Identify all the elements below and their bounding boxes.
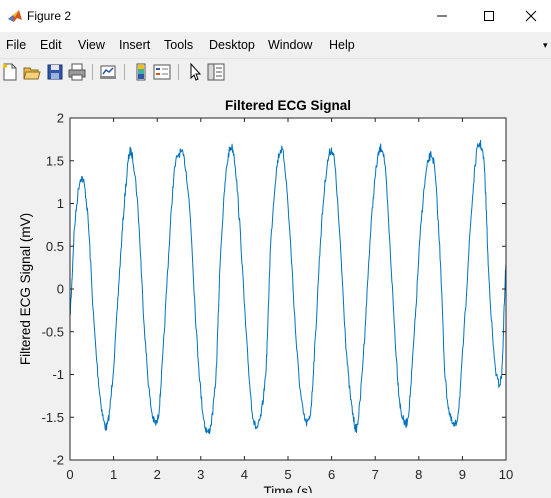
y-tick-label: 1	[57, 196, 64, 211]
menu-edit[interactable]: Edit	[40, 38, 62, 52]
x-tick-label: 4	[241, 467, 248, 482]
x-tick-label: 7	[372, 467, 379, 482]
close-icon	[525, 10, 537, 22]
chart-title: Filtered ECG Signal	[225, 98, 351, 113]
x-tick-label: 10	[499, 467, 513, 482]
minimize-icon	[437, 15, 447, 17]
toolbar-separator	[92, 64, 93, 80]
menu-overflow-arrow-icon[interactable]: ▾	[543, 40, 548, 51]
figure-canvas: Filtered ECG Signal 0 1 2 3 4 5 6 7 8 9 10 2 1.5 1 0.5…	[0, 85, 551, 498]
y-tick-label: 0	[57, 282, 64, 297]
open-file-icon[interactable]	[23, 63, 41, 81]
print-icon[interactable]	[68, 63, 86, 81]
insert-colorbar-icon[interactable]	[132, 63, 150, 81]
y-tick-label: 0.5	[46, 239, 64, 254]
ecg-plot[interactable]: Filtered ECG Signal 0 1 2 3 4 5 6 7 8 9 10 2 1.5 1 0.5…	[0, 85, 551, 498]
y-tick-label: -0.5	[42, 324, 64, 339]
x-tick-label: 1	[110, 467, 117, 482]
y-tick-label: 2	[57, 111, 64, 126]
y-tick-label: 1.5	[46, 153, 64, 168]
x-tick-label: 0	[66, 467, 73, 482]
window-title: Figure 2	[27, 9, 72, 23]
maximize-icon	[484, 11, 494, 21]
menu-help[interactable]: Help	[329, 38, 355, 52]
axes-background	[70, 118, 506, 460]
link-plot-icon[interactable]	[99, 63, 117, 81]
minimize-button[interactable]	[419, 0, 465, 32]
x-tick-label: 5	[284, 467, 291, 482]
x-tick-label: 8	[415, 467, 422, 482]
toolbar-separator	[178, 64, 179, 80]
menu-bar: File Edit View Insert Tools Desktop Wind…	[0, 32, 551, 58]
property-editor-icon[interactable]	[207, 63, 225, 81]
y-tick-label: -2	[52, 453, 64, 468]
maximize-button[interactable]	[466, 0, 512, 32]
menu-view[interactable]: View	[78, 38, 105, 52]
x-tick-label: 6	[328, 467, 335, 482]
figure-toolbar	[0, 58, 551, 85]
x-tick-label: 3	[197, 467, 204, 482]
y-axis-label: Filtered ECG Signal (mV)	[18, 213, 33, 365]
x-axis-label: Time (s)	[264, 484, 313, 493]
window-titlebar: Figure 2	[0, 0, 551, 32]
close-button[interactable]	[508, 0, 551, 32]
pointer-icon[interactable]	[186, 63, 204, 81]
menu-file[interactable]: File	[6, 38, 26, 52]
menu-insert[interactable]: Insert	[119, 38, 150, 52]
y-tick-label: -1.5	[42, 410, 64, 425]
save-icon[interactable]	[46, 63, 64, 81]
x-tick-label: 9	[459, 467, 466, 482]
menu-tools[interactable]: Tools	[164, 38, 193, 52]
matlab-logo-icon	[8, 10, 22, 22]
y-tick-label: -1	[52, 367, 64, 382]
menu-desktop[interactable]: Desktop	[209, 38, 255, 52]
x-tick-label: 2	[154, 467, 161, 482]
new-figure-icon[interactable]	[1, 63, 19, 81]
menu-window[interactable]: Window	[268, 38, 312, 52]
insert-legend-icon[interactable]	[153, 63, 171, 81]
toolbar-separator	[124, 64, 125, 80]
